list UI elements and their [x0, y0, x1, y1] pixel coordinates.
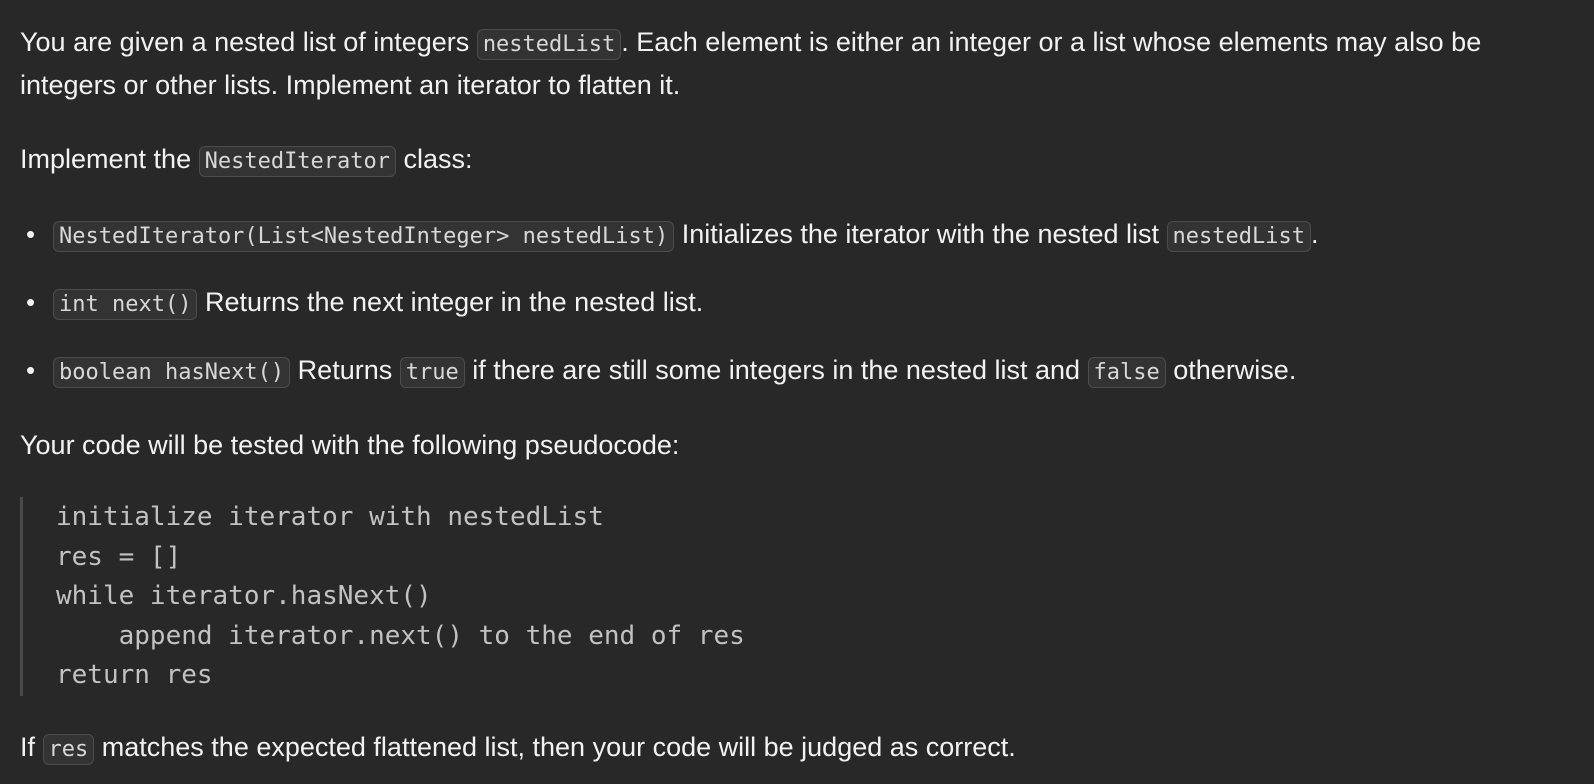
inline-code-nestedlist: nestedList — [476, 29, 622, 60]
method-description-end: otherwise. — [1165, 355, 1297, 385]
code-line: while iterator.hasNext() — [56, 581, 432, 611]
conclusion-text-2: matches the expected flattened list, the… — [94, 731, 1016, 762]
method-description-middle: if there are still some integers in the … — [464, 355, 1088, 385]
inline-code-constructor-signature: NestedIterator(List<NestedInteger> neste… — [53, 221, 675, 252]
code-line: initialize iterator with nestedList — [56, 502, 604, 532]
intro-text-1: You are given a nested list of integers — [20, 27, 477, 57]
method-item-next: • int next() Returns the next integer in … — [20, 282, 1574, 325]
method-description-end: . — [1310, 219, 1319, 249]
method-description: Returns — [290, 355, 400, 385]
implement-text-1: Implement the — [20, 144, 199, 174]
bullet-icon: • — [26, 219, 36, 249]
code-line: append iterator.next() to the end of res — [56, 620, 745, 651]
inline-code-res: res — [42, 733, 95, 765]
inline-code-hasnext-signature: boolean hasNext() — [53, 357, 291, 388]
method-item-hasnext: • boolean hasNext() Returns true if there… — [20, 350, 1574, 393]
inline-code-nestediterator: NestedIterator — [198, 146, 397, 177]
method-description: Returns the next integer in the nested l… — [197, 287, 704, 317]
problem-intro: You are given a nested list of integers … — [20, 22, 1574, 105]
method-item-constructor: • NestedIterator(List<NestedInteger> nest… — [20, 214, 1574, 257]
conclusion-paragraph: If res matches the expected flattened li… — [20, 727, 1574, 770]
implement-text-2: class: — [396, 144, 473, 174]
inline-code-false: false — [1087, 357, 1166, 388]
test-intro: Your code will be tested with the follow… — [20, 430, 680, 460]
bullet-icon: • — [26, 355, 36, 385]
bullet-icon: • — [26, 287, 36, 317]
code-line: res = [] — [56, 541, 182, 572]
inline-code-nestedlist: nestedList — [1166, 221, 1311, 252]
inline-code-true: true — [399, 357, 465, 388]
implement-paragraph: Implement the NestedIterator class: — [20, 139, 1574, 182]
code-line: return res — [56, 660, 213, 690]
inline-code-next-signature: int next() — [53, 289, 198, 320]
method-list: • NestedIterator(List<NestedInteger> nest… — [20, 214, 1574, 393]
pseudocode-block: initialize iterator with nestedList res =… — [20, 497, 1574, 696]
conclusion-text-1: If — [20, 731, 43, 762]
method-description: Initializes the iterator with the nested… — [674, 219, 1167, 249]
